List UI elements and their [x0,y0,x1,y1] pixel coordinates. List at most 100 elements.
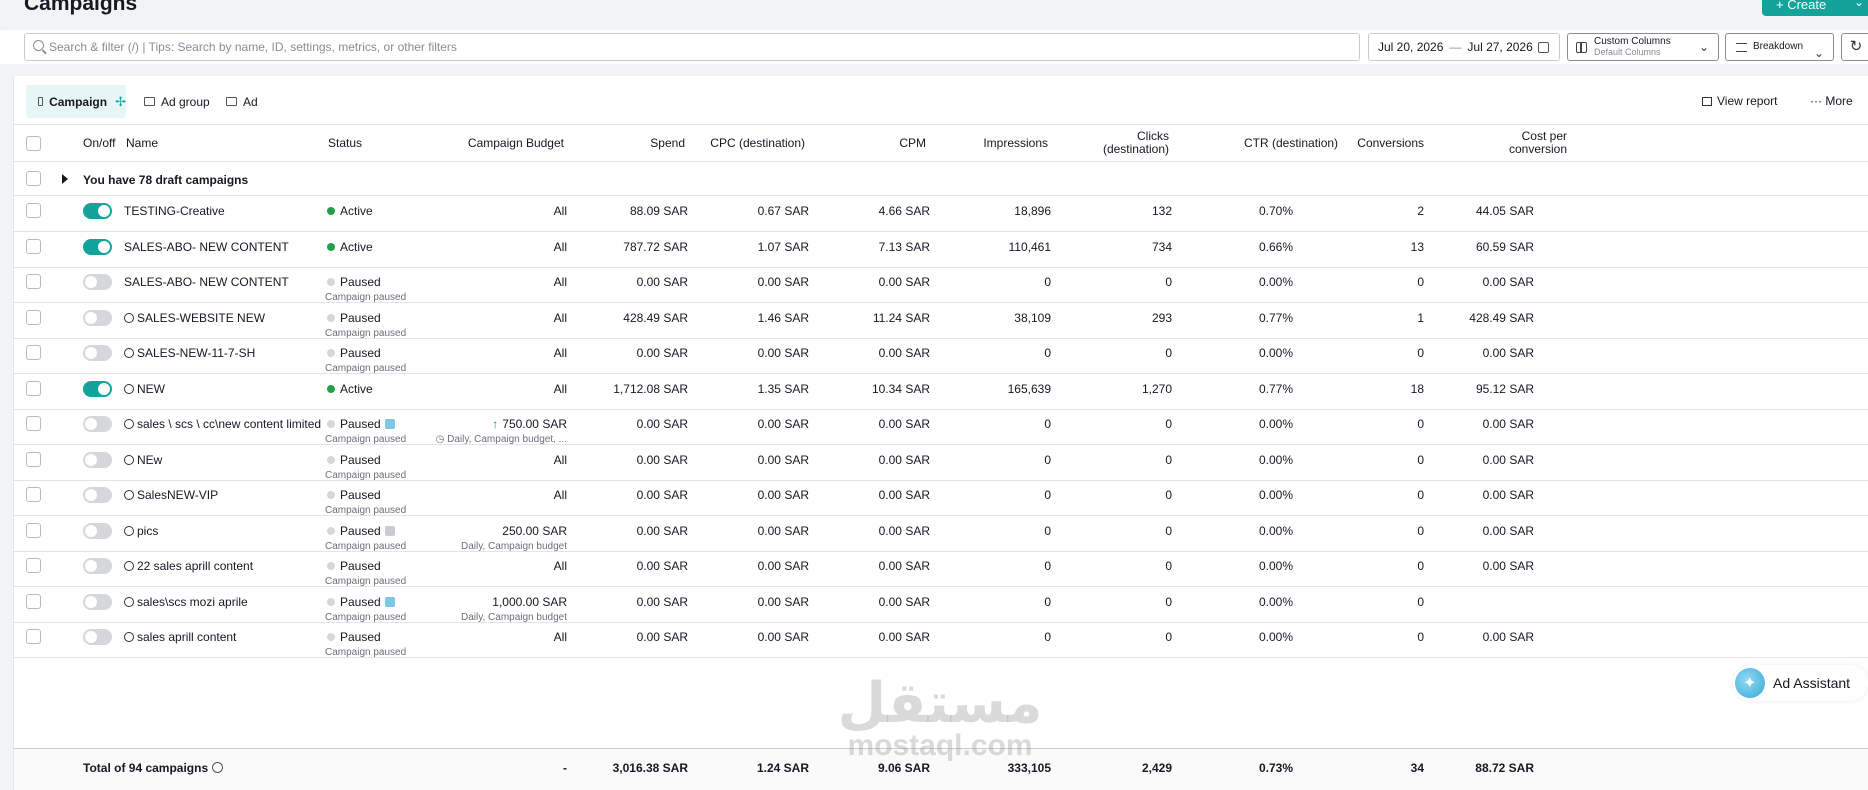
campaign-toggle[interactable] [83,522,112,539]
row-checkbox[interactable] [26,238,41,254]
col-onoff[interactable]: On/off [83,137,115,150]
refresh-button[interactable]: ↻ [1841,33,1868,61]
campaign-toggle[interactable] [83,451,112,468]
table-row[interactable]: NEw Paused Campaign paused All 0.00 SAR 0.00 … [14,445,1868,481]
breakdown-select[interactable]: Breakdown ⌄ [1725,33,1834,61]
col-cpm[interactable]: CPM [826,137,926,150]
impressions-cell: 0 [1044,275,1051,289]
clicks-cell: 0 [1165,346,1172,360]
date-range-picker[interactable]: Jul 20, 2026 — Jul 27, 2026 [1368,33,1560,61]
row-checkbox[interactable] [26,558,41,573]
table-row[interactable]: SALES-ABO- NEW CONTENT Paused Campaign pau… [14,267,1868,303]
table-row[interactable]: SALES-ABO- NEW CONTENT Active All 787.72 SA… [14,232,1868,268]
col-cost-per-conversion[interactable]: Cost per conversion [1464,130,1567,156]
toolbar: Search & filter (/) | Tips: Search by na… [0,30,1868,64]
campaign-toggle[interactable] [83,238,112,255]
chevron-down-icon[interactable]: ⌄ [1854,0,1864,9]
more-button[interactable]: ··· More [1810,94,1853,108]
campaign-toggle[interactable] [83,274,112,290]
col-cpc[interactable]: CPC (destination) [694,137,805,150]
campaign-toggle[interactable] [83,593,112,610]
table-row[interactable]: TESTING-Creative Active All 88.09 SAR 0.67 S… [14,196,1868,232]
campaign-toggle[interactable] [83,309,112,326]
spend-cell: 1,712.08 SAR [613,381,688,396]
table-row[interactable]: sales\scs mozi aprile Paused Campaign paus… [14,587,1868,623]
campaign-name[interactable]: TESTING-Creative [124,204,225,218]
status-subtext: Campaign paused [325,469,407,481]
expand-caret-icon[interactable] [62,174,68,184]
status-subtext: Campaign paused [325,363,407,374]
col-conversions[interactable]: Conversions [1314,137,1424,150]
campaign-name[interactable]: SalesNEW-VIP [124,488,218,502]
table-row[interactable]: 22 sales aprill content Paused Campaign pa… [14,551,1868,587]
campaign-name[interactable]: sales aprill content [124,630,236,644]
table-row[interactable]: sales \ scs \ cc\new content limited Paus… [14,409,1868,445]
create-button[interactable]: + Create ⌄ [1762,0,1868,16]
campaign-toggle[interactable] [83,203,112,219]
budget-cell: All [444,346,567,360]
campaign-name[interactable]: SALES-ABO- NEW CONTENT [124,275,289,289]
campaign-toggle[interactable] [83,487,112,503]
toggle-knob [85,453,97,466]
row-checkbox[interactable] [26,274,41,289]
table-row[interactable]: pics Paused Campaign paused 250.00 SAR Daily… [14,516,1868,552]
tab-ad-group[interactable]: Ad group [144,85,210,118]
row-checkbox[interactable] [26,522,41,538]
custom-columns-select[interactable]: Custom Columns Default Columns ⌄ [1567,33,1719,61]
ad-assistant-button[interactable]: Ad Assistant [1733,665,1868,701]
row-checkbox[interactable] [26,451,41,467]
col-spend[interactable]: Spend [584,137,685,150]
col-clicks[interactable]: Clicks (destination) [1064,130,1169,156]
table-row[interactable]: SalesNEW-VIP Paused Campaign paused All 0.00… [14,480,1868,516]
row-checkbox[interactable] [26,380,41,396]
cpm-cell: 0.00 SAR [878,275,930,289]
col-status[interactable]: Status [328,137,362,150]
row-checkbox[interactable] [26,309,41,325]
campaign-toggle[interactable] [83,416,112,432]
row-checkbox[interactable] [26,345,41,360]
campaign-name[interactable]: NEw [124,453,162,467]
table-row[interactable]: SALES-NEW-11-7-SH Paused Campaign paused Al… [14,338,1868,374]
col-budget[interactable]: Campaign Budget [444,137,564,150]
campaign-toggle[interactable] [83,558,112,574]
table-row[interactable]: NEW Active All 1,712.08 SAR 1.35 SAR 10.34 SA… [14,374,1868,410]
arrow-up-icon: ↑ [492,417,499,431]
help-icon[interactable] [212,762,224,773]
draft-campaigns-row[interactable]: You have 78 draft campaigns [14,162,1868,196]
row-checkbox[interactable] [26,203,41,218]
tab-ad[interactable]: Ad [226,85,258,118]
smart-campaign-icon [124,490,134,500]
cpm-cell: 4.66 SAR [878,204,930,218]
campaign-name-text: SALES-WEBSITE NEW [137,310,266,325]
campaign-name[interactable]: sales \ scs \ cc\new content limited [124,417,321,431]
campaign-toggle[interactable] [83,380,112,397]
campaign-toggle[interactable] [83,345,112,361]
campaign-name[interactable]: NEW [124,382,165,396]
row-checkbox[interactable] [26,629,41,644]
col-name[interactable]: Name [126,137,158,150]
pin-icon[interactable]: ✢ [115,94,126,110]
campaign-name[interactable]: pics [124,524,158,538]
campaign-toggle[interactable] [83,629,112,645]
campaign-name[interactable]: SALES-ABO- NEW CONTENT [124,240,289,254]
campaign-name[interactable]: 22 sales aprill content [124,559,253,573]
row-checkbox[interactable] [26,593,41,609]
tab-campaign[interactable]: Campaign ✢ [26,85,126,118]
campaign-name[interactable]: SALES-WEBSITE NEW [124,311,265,325]
search-input[interactable]: Search & filter (/) | Tips: Search by na… [24,33,1360,61]
clicks-cell: 0 [1165,523,1172,538]
toggle-knob [98,240,110,253]
status-subtext: Campaign paused [325,434,407,445]
table-row[interactable]: SALES-WEBSITE NEW Paused Campaign paused Al… [14,303,1868,339]
row-checkbox[interactable] [26,171,41,186]
view-report-button[interactable]: View report [1702,94,1777,108]
col-impressions[interactable]: Impressions [948,137,1048,150]
status-badge: Active [327,382,373,396]
row-checkbox[interactable] [26,487,41,502]
row-checkbox[interactable] [26,416,41,431]
conversions-cell: 2 [1417,204,1424,218]
select-all-checkbox[interactable] [26,136,41,151]
table-row[interactable]: sales aprill content Paused Campaign pause… [14,622,1868,658]
campaign-name[interactable]: SALES-NEW-11-7-SH [124,346,255,360]
campaign-name[interactable]: sales\scs mozi aprile [124,595,248,609]
